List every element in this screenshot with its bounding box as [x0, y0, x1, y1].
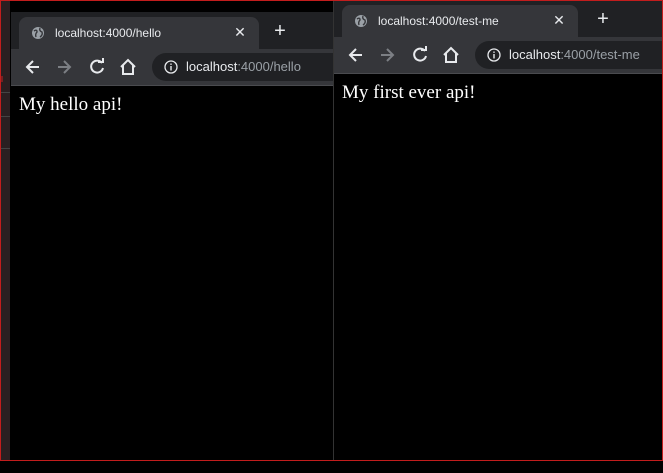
arrow-left-icon[interactable] [23, 57, 43, 77]
address-path: :4000/hello [237, 59, 301, 74]
tab-test-me[interactable]: localhost:4000/test-me ✕ [342, 5, 578, 37]
info-icon[interactable] [164, 60, 178, 74]
address-bar[interactable]: localhost:4000/test-me [475, 41, 663, 69]
home-icon[interactable] [441, 45, 461, 65]
toolbar: localhost:4000/hello [11, 49, 333, 85]
arrow-right-icon[interactable] [54, 57, 74, 77]
background-window-edge [0, 0, 10, 461]
globe-icon [32, 27, 44, 39]
close-icon[interactable]: ✕ [233, 25, 247, 39]
tab-title: localhost:4000/hello [55, 26, 162, 40]
arrow-right-icon[interactable] [377, 45, 397, 65]
arrow-left-icon[interactable] [346, 45, 366, 65]
page-content: My hello api! [11, 86, 333, 473]
page-body-text: My first ever api! [342, 82, 476, 103]
background-marker [0, 76, 3, 82]
page-content: My first ever api! [334, 74, 663, 461]
tab-title: localhost:4000/test-me [378, 14, 499, 28]
toolbar: localhost:4000/test-me [334, 37, 663, 73]
page-body-text: My hello api! [19, 94, 123, 115]
home-icon[interactable] [118, 57, 138, 77]
background-divider [0, 148, 10, 149]
background-divider [0, 92, 10, 93]
tab-strip: localhost:4000/test-me ✕ + [334, 0, 663, 37]
close-icon[interactable]: ✕ [552, 13, 566, 27]
info-icon[interactable] [487, 48, 501, 62]
address-url: localhost:4000/hello [186, 59, 301, 74]
address-host: localhost [186, 59, 238, 74]
plus-icon[interactable]: + [271, 21, 289, 41]
address-host: localhost [509, 47, 561, 62]
browser-window-hello: localhost:4000/hello ✕ + localhost:4000/… [11, 12, 333, 473]
tab-hello[interactable]: localhost:4000/hello ✕ [19, 17, 259, 49]
tab-strip: localhost:4000/hello ✕ + [11, 12, 333, 49]
plus-icon[interactable]: + [594, 9, 612, 29]
globe-icon [355, 15, 367, 27]
browser-window-test-me: localhost:4000/test-me ✕ + localhost:400… [334, 0, 663, 461]
address-url: localhost:4000/test-me [509, 47, 640, 62]
reload-icon[interactable] [87, 57, 107, 77]
address-bar[interactable]: localhost:4000/hello [152, 53, 333, 81]
reload-icon[interactable] [410, 45, 430, 65]
address-path: :4000/test-me [560, 47, 640, 62]
background-divider [0, 116, 10, 117]
